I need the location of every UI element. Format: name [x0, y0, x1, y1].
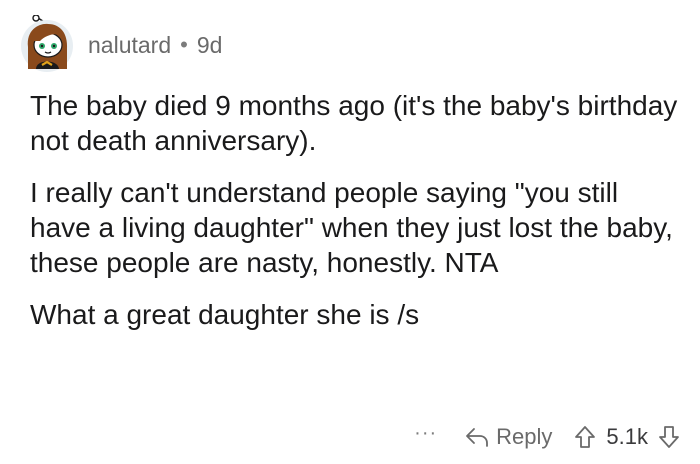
comment-header: nalutard • 9d [18, 14, 222, 74]
snoo-avatar-icon [21, 15, 73, 72]
comment-actions: ··· Reply 5.1k [414, 418, 680, 456]
vote-score: 5.1k [606, 424, 648, 449]
reply-arrow-icon [466, 428, 489, 447]
vote-controls: 5.1k [574, 424, 680, 450]
comment-meta: nalutard • 9d [88, 32, 222, 59]
user-avatar[interactable] [18, 15, 76, 73]
comment-paragraph: The baby died 9 months ago (it's the bab… [30, 90, 678, 156]
comment-age[interactable]: 9d [197, 32, 223, 59]
meta-separator: • [180, 32, 188, 57]
upvote-arrow-icon[interactable] [574, 425, 596, 449]
downvote-arrow-icon[interactable] [658, 425, 680, 449]
reply-label: Reply [496, 424, 553, 449]
comment-paragraph: I really can't understand people saying … [30, 177, 673, 278]
author-name[interactable]: nalutard [88, 32, 171, 59]
comment-paragraph: What a great daughter she is /s [30, 299, 420, 330]
reply-button[interactable]: Reply [465, 424, 552, 450]
more-options-button[interactable]: ··· [414, 423, 437, 443]
comment-body: The baby died 9 months ago (it's the bab… [30, 88, 680, 349]
